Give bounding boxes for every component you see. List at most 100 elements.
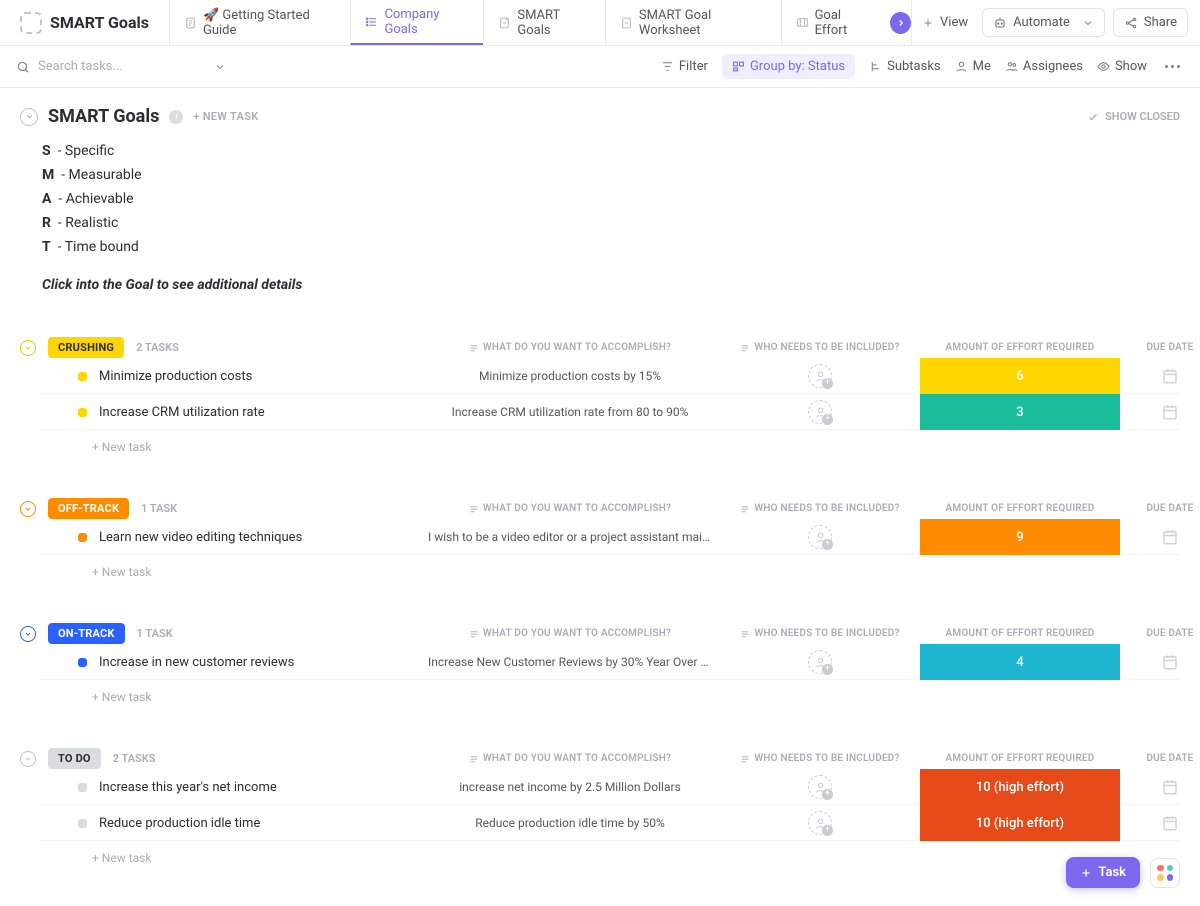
show-label: Show (1115, 59, 1147, 74)
chevron-right-icon (896, 18, 906, 28)
content-area: SMART Goals i + NEW TASK SHOW CLOSED S -… (0, 88, 1200, 906)
col-effort[interactable]: AMOUNT OF EFFORT REQUIRED (920, 628, 1120, 639)
tab-company-goals[interactable]: Company Goals (350, 0, 483, 45)
add-task-button[interactable]: + New task (40, 841, 1180, 865)
plus-icon (1080, 867, 1092, 879)
collapse-group-button[interactable] (20, 751, 36, 767)
smart-definition: S - SpecificM - MeasurableA - Achievable… (20, 139, 1180, 259)
top-actions: Automate Share (982, 8, 1188, 37)
col-included[interactable]: WHO NEEDS TO BE INCLUDED? (720, 628, 920, 639)
text-column-icon (740, 754, 750, 764)
add-task-button[interactable]: + New task (40, 555, 1180, 579)
col-accomplish[interactable]: WHAT DO YOU WANT TO ACCOMPLISH? (420, 628, 720, 639)
calendar-icon (1161, 403, 1179, 421)
text-column-icon (469, 343, 479, 353)
due-cell[interactable] (1120, 778, 1200, 796)
text-column-icon (469, 629, 479, 639)
task-row[interactable]: Reduce production idle time Reduce produ… (40, 805, 1180, 841)
status-pill[interactable]: TO DO (48, 748, 101, 769)
task-row[interactable]: Increase this year's net income increase… (40, 769, 1180, 805)
effort-cell[interactable]: 10 (high effort) (920, 769, 1120, 805)
automate-button[interactable]: Automate (982, 8, 1105, 37)
col-accomplish[interactable]: WHAT DO YOU WANT TO ACCOMPLISH? (420, 753, 720, 764)
status-group: CRUSHING 2 TASKS WHAT DO YOU WANT TO ACC… (20, 337, 1180, 454)
info-icon[interactable]: i (169, 110, 183, 124)
col-accomplish[interactable]: WHAT DO YOU WANT TO ACCOMPLISH? (420, 503, 720, 514)
tab-smart-goals[interactable]: SMART Goals (483, 0, 604, 45)
task-row[interactable]: Increase CRM utilization rate Increase C… (40, 394, 1180, 430)
tab-label: Company Goals (384, 7, 469, 37)
show-closed-button[interactable]: SHOW CLOSED (1087, 110, 1180, 123)
effort-cell[interactable]: 4 (920, 644, 1120, 680)
subtasks-button[interactable]: Subtasks (869, 59, 941, 74)
tab-goal-effort[interactable]: Goal Effort (781, 0, 887, 45)
effort-cell[interactable]: 3 (920, 394, 1120, 430)
task-row[interactable]: Learn new video editing techniques I wis… (40, 519, 1180, 555)
due-cell[interactable] (1120, 653, 1200, 671)
due-cell[interactable] (1120, 814, 1200, 832)
col-included[interactable]: WHO NEEDS TO BE INCLUDED? (720, 342, 920, 353)
more-button[interactable] (1161, 61, 1184, 72)
status-pill[interactable]: ON-TRACK (48, 623, 125, 644)
assignees-button[interactable]: Assignees (1005, 59, 1083, 74)
workspace-icon (20, 12, 42, 34)
due-cell[interactable] (1120, 367, 1200, 385)
search-input[interactable] (38, 59, 206, 74)
status-square-icon[interactable] (78, 408, 87, 417)
status-pill[interactable]: CRUSHING (48, 337, 124, 358)
status-square-icon[interactable] (78, 783, 87, 792)
effort-cell[interactable]: 6 (920, 358, 1120, 394)
add-task-button[interactable]: + New task (40, 680, 1180, 704)
workspace-brand[interactable]: SMART Goals (12, 8, 157, 38)
collapse-group-button[interactable] (20, 501, 36, 517)
share-button[interactable]: Share (1113, 8, 1188, 37)
add-assignee-button[interactable] (808, 811, 832, 835)
col-accomplish[interactable]: WHAT DO YOU WANT TO ACCOMPLISH? (420, 342, 720, 353)
apps-fab[interactable] (1150, 858, 1180, 888)
add-assignee-button[interactable] (808, 650, 832, 674)
col-due[interactable]: DUE DATE (1120, 753, 1200, 764)
group-header: ON-TRACK 1 TASK WHAT DO YOU WANT TO ACCO… (40, 623, 1180, 644)
me-button[interactable]: Me (955, 59, 991, 74)
add-assignee-button[interactable] (808, 775, 832, 799)
create-task-fab[interactable]: Task (1066, 857, 1140, 888)
tab-getting-started[interactable]: 🚀 Getting Started Guide (169, 0, 350, 45)
status-square-icon[interactable] (78, 658, 87, 667)
filter-button[interactable]: Filter (661, 59, 708, 74)
col-included[interactable]: WHO NEEDS TO BE INCLUDED? (720, 753, 920, 764)
person-icon (814, 656, 827, 669)
status-pill[interactable]: OFF-TRACK (48, 498, 129, 519)
col-included[interactable]: WHO NEEDS TO BE INCLUDED? (720, 503, 920, 514)
effort-cell[interactable]: 9 (920, 519, 1120, 555)
task-row[interactable]: Minimize production costs Minimize produ… (40, 358, 1180, 394)
status-square-icon[interactable] (78, 819, 87, 828)
col-due[interactable]: DUE DATE (1120, 503, 1200, 514)
due-cell[interactable] (1120, 528, 1200, 546)
tab-worksheet[interactable]: SMART Goal Worksheet (605, 0, 781, 45)
col-effort[interactable]: AMOUNT OF EFFORT REQUIRED (920, 753, 1120, 764)
collapse-group-button[interactable] (20, 626, 36, 642)
add-view-button[interactable]: View (911, 0, 978, 45)
tabs-overflow-button[interactable] (890, 12, 911, 34)
col-due[interactable]: DUE DATE (1120, 342, 1200, 353)
add-assignee-button[interactable] (808, 364, 832, 388)
task-accomplish: Increase CRM utilization rate from 80 to… (420, 405, 720, 419)
add-assignee-button[interactable] (808, 525, 832, 549)
due-cell[interactable] (1120, 403, 1200, 421)
chevron-down-icon[interactable] (214, 61, 226, 73)
collapse-list-button[interactable] (20, 108, 38, 126)
col-effort[interactable]: AMOUNT OF EFFORT REQUIRED (920, 342, 1120, 353)
new-task-button[interactable]: + NEW TASK (193, 110, 258, 123)
task-row[interactable]: Increase in new customer reviews Increas… (40, 644, 1180, 680)
status-square-icon[interactable] (78, 372, 87, 381)
toolbar-buttons: Filter Group by: Status Subtasks Me Assi… (661, 54, 1184, 79)
col-due[interactable]: DUE DATE (1120, 628, 1200, 639)
effort-cell[interactable]: 10 (high effort) (920, 805, 1120, 841)
show-button[interactable]: Show (1097, 59, 1147, 74)
group-by-button[interactable]: Group by: Status (722, 54, 855, 79)
status-square-icon[interactable] (78, 533, 87, 542)
collapse-group-button[interactable] (20, 340, 36, 356)
add-task-button[interactable]: + New task (40, 430, 1180, 454)
add-assignee-button[interactable] (808, 400, 832, 424)
col-effort[interactable]: AMOUNT OF EFFORT REQUIRED (920, 503, 1120, 514)
